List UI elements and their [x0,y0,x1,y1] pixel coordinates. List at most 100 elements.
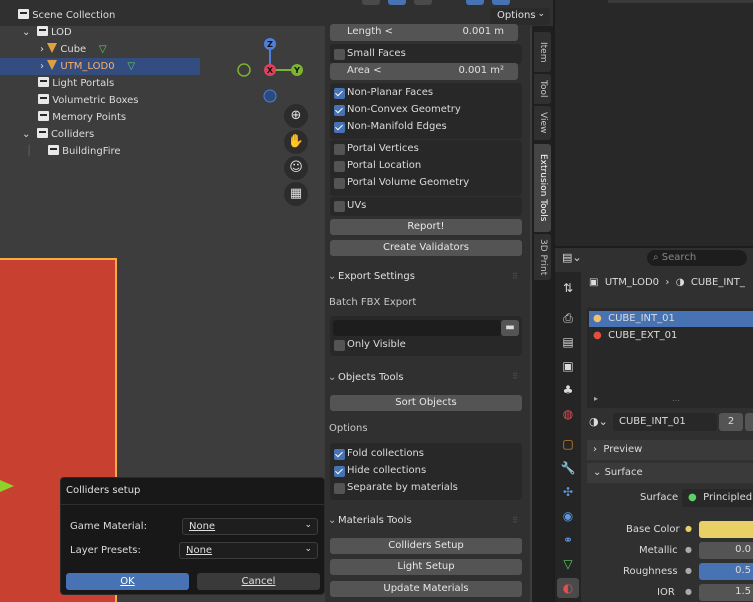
gizmo-neg-z-axis[interactable] [263,89,277,103]
socket-icon[interactable]: ● [685,587,692,596]
light-setup-button[interactable]: Light Setup [330,559,522,575]
tab-extrusion-tools[interactable]: Extrusion Tools [534,144,551,232]
base-color-swatch[interactable] [699,521,753,538]
preview-panel-header[interactable]: › Preview [587,440,753,460]
chevron-right-icon[interactable]: › [40,61,44,72]
expand-list-icon[interactable]: ▸ [594,394,598,403]
fold-collections-checkbox[interactable] [334,449,345,460]
outliner-row-lod[interactable]: ⌄ LOD [0,24,200,41]
portal-location-checkbox[interactable] [334,161,345,172]
output-properties-icon[interactable]: ▤ [557,332,579,352]
ior-slider[interactable]: 1.5 [699,584,753,601]
header-toggle-button[interactable] [388,0,406,5]
materials-tools-header[interactable]: ⌄ Materials Tools [328,515,412,526]
header-toggle-button[interactable] [414,0,432,5]
non-planar-checkbox[interactable] [334,88,345,99]
chevron-right-icon: › [593,444,597,455]
length-threshold-field[interactable]: Length < 0.001 m [330,24,518,41]
properties-search-input[interactable]: ⌕ Search [647,250,747,266]
outliner-row-scene-collection[interactable]: Scene Collection [0,7,200,24]
tool-settings-icon[interactable]: ⇅ [557,278,579,298]
non-convex-checkbox[interactable] [334,105,345,116]
ok-button[interactable]: OK [66,573,189,590]
non-manifold-checkbox[interactable] [334,122,345,133]
uvs-checkbox[interactable] [334,201,345,212]
material-slot[interactable]: ● CUBE_EXT_01 [589,328,753,344]
portal-vertices-checkbox[interactable] [334,144,345,155]
area-threshold-field[interactable]: Area < 0.001 m² [330,63,518,80]
layer-presets-dropdown[interactable]: None ⌄ [179,542,318,559]
fake-user-button[interactable] [745,413,753,431]
update-materials-button[interactable]: Update Materials [330,581,522,597]
cancel-button[interactable]: Cancel [197,573,320,590]
header-toggle-button[interactable] [492,0,510,5]
drag-grip-icon[interactable]: ⠿ [512,272,518,281]
world-properties-icon[interactable]: ◍ [557,404,579,424]
socket-icon[interactable]: ● [685,524,692,533]
outliner-row-cube[interactable]: › Cube ▽ [0,41,200,58]
camera-view-icon[interactable]: ☺ [284,156,308,180]
outliner-row-buildingfire[interactable]: │ BuildingFire [0,143,200,160]
zoom-icon[interactable]: ⊕ [284,104,308,128]
user-count-button[interactable]: 2 [719,413,743,431]
list-resize-grip-icon[interactable]: ⋯ [672,396,680,405]
metallic-slider[interactable]: 0.0 [699,542,753,559]
tab-tool[interactable]: Tool [534,74,551,104]
modifier-properties-icon[interactable]: 🔧 [557,458,579,478]
game-material-dropdown[interactable]: None ⌄ [182,518,318,535]
portal-volume-checkbox[interactable] [334,178,345,189]
view-layer-icon[interactable]: ▣ [557,356,579,376]
object-properties-icon[interactable]: ▢ [557,434,579,454]
perspective-grid-icon[interactable]: ▦ [284,182,308,206]
only-visible-checkbox[interactable] [334,340,345,351]
scene-properties-icon[interactable]: ♣ [557,380,579,400]
export-settings-header[interactable]: ⌄ Export Settings [328,271,415,282]
browse-material-icon[interactable]: ◑⌄ [589,413,611,431]
objects-tools-header[interactable]: ⌄ Objects Tools [328,372,404,383]
row-label: LOD [50,27,72,38]
surface-panel-header[interactable]: ⌄ Surface [587,463,753,483]
outliner-row-colliders[interactable]: ⌄ Colliders [0,126,200,143]
options-dropdown[interactable]: Options ⌄ [490,8,550,25]
editor-type-icon[interactable]: ▤⌄ [562,251,588,267]
report-button[interactable]: Report! [330,219,522,235]
outliner-row-utm-lod0[interactable]: › UTM_LOD0 ▽ [0,58,200,75]
outliner-row-memory-points[interactable]: Memory Points [0,109,200,126]
tab-view[interactable]: View [534,106,551,140]
socket-icon[interactable]: ● [685,545,692,554]
hide-collections-checkbox[interactable] [334,466,345,477]
roughness-slider[interactable]: 0.5 [699,563,753,580]
particles-icon[interactable]: ✣ [557,482,579,502]
slot-label: CUBE_EXT_01 [608,330,678,341]
material-slot-selected[interactable]: ● CUBE_INT_01 [589,311,753,327]
chevron-down-icon[interactable]: ⌄ [22,129,30,140]
drag-grip-icon[interactable]: ⠿ [512,516,518,525]
header-toggle-button[interactable] [466,0,484,5]
socket-icon[interactable]: ● [685,566,692,575]
chevron-right-icon[interactable]: › [40,44,44,55]
navigation-gizmo[interactable]: Z X Y [230,32,315,107]
material-name-field[interactable]: CUBE_INT_01 [613,413,717,431]
chevron-down-icon[interactable]: ⌄ [22,27,30,38]
pan-hand-icon[interactable]: ✋ [284,130,308,154]
sort-objects-button[interactable]: Sort Objects [330,395,522,411]
create-validators-button[interactable]: Create Validators [330,240,522,256]
export-path-input[interactable] [333,320,501,336]
physics-icon[interactable]: ◉ [557,506,579,526]
constraints-icon[interactable]: ⚭ [557,530,579,550]
material-properties-icon[interactable]: ◐ [557,578,579,598]
colliders-setup-button[interactable]: Colliders Setup [330,538,522,554]
folder-icon[interactable]: ▬ [501,320,519,336]
header-toggle-button[interactable] [362,0,380,5]
drag-grip-icon[interactable]: ⠿ [512,372,518,381]
tab-item[interactable]: Item [534,32,551,72]
tab-3d-print[interactable]: 3D Print [534,234,551,280]
outliner-row-light-portals[interactable]: Light Portals [0,75,200,92]
separate-materials-checkbox[interactable] [334,483,345,494]
small-faces-checkbox[interactable] [334,49,345,60]
gizmo-neg-y-axis[interactable] [237,63,251,77]
data-properties-icon[interactable]: ▽ [557,554,579,574]
surface-shader-field[interactable]: ● Principled B [682,489,753,507]
render-properties-icon[interactable]: ⎙ [557,308,579,328]
outliner-row-volumetric-boxes[interactable]: Volumetric Boxes [0,92,200,109]
